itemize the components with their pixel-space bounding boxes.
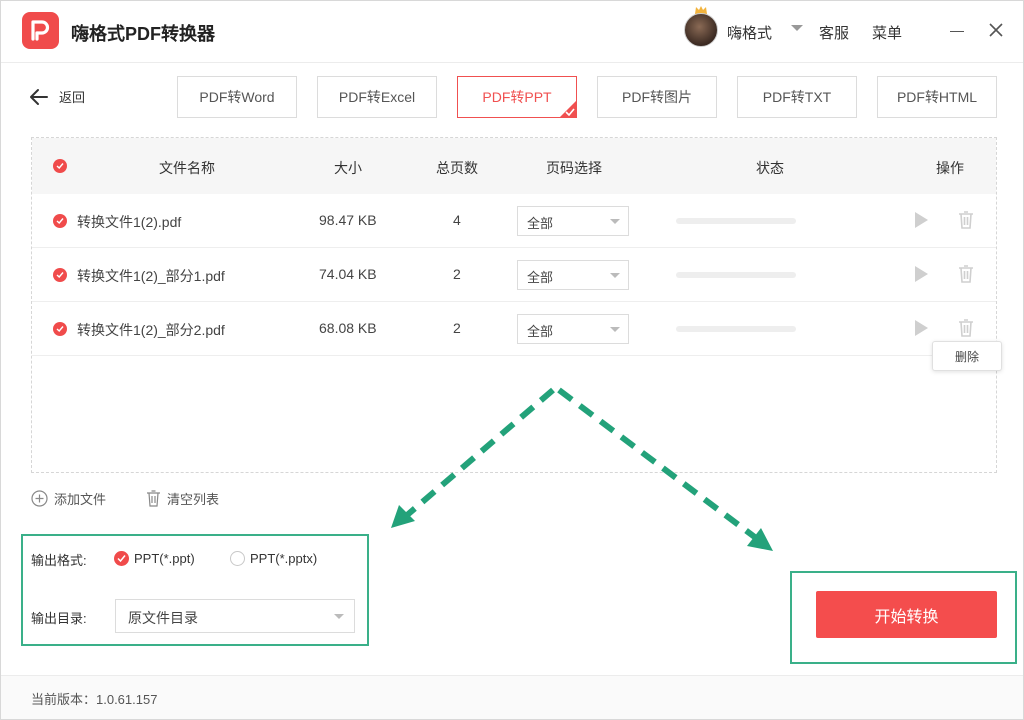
clear-list-label: 清空列表 — [167, 492, 220, 507]
minimize-icon[interactable] — [950, 31, 964, 32]
output-dir-label: 输出目录: — [31, 611, 87, 626]
header-pages: 总页数 — [436, 160, 478, 176]
tab-pdf-to-ppt[interactable]: PDF转PPT — [457, 76, 577, 118]
tab-pdf-to-html[interactable]: PDF转HTML — [877, 76, 997, 118]
table-row: 转换文件1(2).pdf 98.47 KB 4 全部 — [32, 194, 996, 248]
header-status: 状态 — [756, 160, 784, 176]
file-size: 74.04 KB — [319, 266, 377, 282]
check-icon — [565, 108, 575, 116]
conversion-progress — [676, 326, 796, 332]
username[interactable]: 嗨格式 — [727, 22, 772, 43]
tab-pdf-to-image[interactable]: PDF转图片 — [597, 76, 717, 118]
file-size: 68.08 KB — [319, 320, 377, 336]
file-name: 转换文件1(2)_部分1.pdf — [77, 268, 225, 284]
back-button[interactable]: 返回 — [29, 87, 85, 106]
status-bar: 当前版本：1.0.61.157 — [1, 675, 1023, 719]
app-window: 嗨格式PDF转换器 嗨格式 客服 菜单 返回 PDF转Word PDF转Exce… — [0, 0, 1024, 720]
start-convert-button[interactable]: 开始转换 — [816, 591, 997, 638]
chevron-down-icon — [334, 614, 344, 619]
page-count: 2 — [453, 320, 461, 336]
add-file-label: 添加文件 — [54, 492, 107, 507]
tab-pdf-to-excel[interactable]: PDF转Excel — [317, 76, 437, 118]
add-file-button[interactable]: 添加文件 — [31, 489, 106, 508]
page-range-select[interactable]: 全部 — [517, 206, 629, 236]
arrow-left-icon — [30, 88, 48, 105]
chevron-down-icon — [610, 273, 620, 278]
page-count: 4 — [453, 212, 461, 228]
select-all-checkbox[interactable] — [53, 159, 67, 173]
radio-ppt[interactable] — [114, 551, 129, 566]
clear-list-button[interactable]: 清空列表 — [146, 489, 219, 508]
service-link[interactable]: 客服 — [819, 22, 849, 43]
header-name: 文件名称 — [159, 160, 215, 176]
trash-icon — [147, 490, 160, 507]
tab-pdf-to-word[interactable]: PDF转Word — [177, 76, 297, 118]
trash-icon[interactable] — [958, 319, 974, 337]
page-range-select[interactable]: 全部 — [517, 260, 629, 290]
header-actions: 操作 — [936, 160, 964, 176]
conversion-progress — [676, 218, 796, 224]
page-range-select[interactable]: 全部 — [517, 314, 629, 344]
tab-pdf-to-txt[interactable]: PDF转TXT — [737, 76, 857, 118]
delete-tooltip: 删除 — [932, 341, 1002, 371]
radio-pptx[interactable] — [230, 551, 245, 566]
file-size: 98.47 KB — [319, 212, 377, 228]
menu-link[interactable]: 菜单 — [872, 22, 902, 43]
radio-pptx-label[interactable]: PPT(*.pptx) — [250, 551, 317, 566]
header-size: 大小 — [334, 160, 362, 176]
title-bar: 嗨格式PDF转换器 嗨格式 客服 菜单 — [1, 1, 1023, 63]
page-count: 2 — [453, 266, 461, 282]
row-checkbox[interactable] — [53, 214, 67, 228]
play-icon[interactable] — [915, 266, 928, 282]
file-table: 文件名称 大小 总页数 页码选择 状态 操作 转换文件1(2).pdf 98.4… — [31, 137, 997, 473]
output-settings: 输出格式: PPT(*.ppt) PPT(*.pptx) 输出目录: 原文件目录 — [21, 534, 369, 646]
output-format-label: 输出格式: — [31, 553, 87, 568]
radio-ppt-label[interactable]: PPT(*.ppt) — [134, 551, 195, 566]
table-row: 转换文件1(2)_部分1.pdf 74.04 KB 2 全部 — [32, 248, 996, 302]
close-icon[interactable] — [987, 21, 1005, 39]
back-label: 返回 — [59, 90, 86, 105]
table-row: 转换文件1(2)_部分2.pdf 68.08 KB 2 全部 — [32, 302, 996, 356]
row-checkbox[interactable] — [53, 322, 67, 336]
avatar[interactable] — [684, 13, 718, 47]
row-checkbox[interactable] — [53, 268, 67, 282]
app-logo-icon — [22, 12, 59, 49]
conversion-progress — [676, 272, 796, 278]
file-name: 转换文件1(2)_部分2.pdf — [77, 322, 225, 338]
version-text: 当前版本：1.0.61.157 — [31, 692, 158, 707]
header-page-range: 页码选择 — [546, 160, 602, 176]
chevron-down-icon — [610, 327, 620, 332]
chevron-down-icon — [610, 219, 620, 224]
file-name: 转换文件1(2).pdf — [77, 214, 182, 230]
chevron-down-icon[interactable] — [791, 25, 803, 31]
app-title: 嗨格式PDF转换器 — [71, 24, 215, 44]
play-icon[interactable] — [915, 212, 928, 228]
output-dir-select[interactable]: 原文件目录 — [115, 599, 355, 633]
trash-icon[interactable] — [958, 265, 974, 283]
play-icon[interactable] — [915, 320, 928, 336]
plus-circle-icon — [31, 490, 48, 507]
table-header: 文件名称 大小 总页数 页码选择 状态 操作 — [32, 138, 996, 194]
trash-icon[interactable] — [958, 211, 974, 229]
